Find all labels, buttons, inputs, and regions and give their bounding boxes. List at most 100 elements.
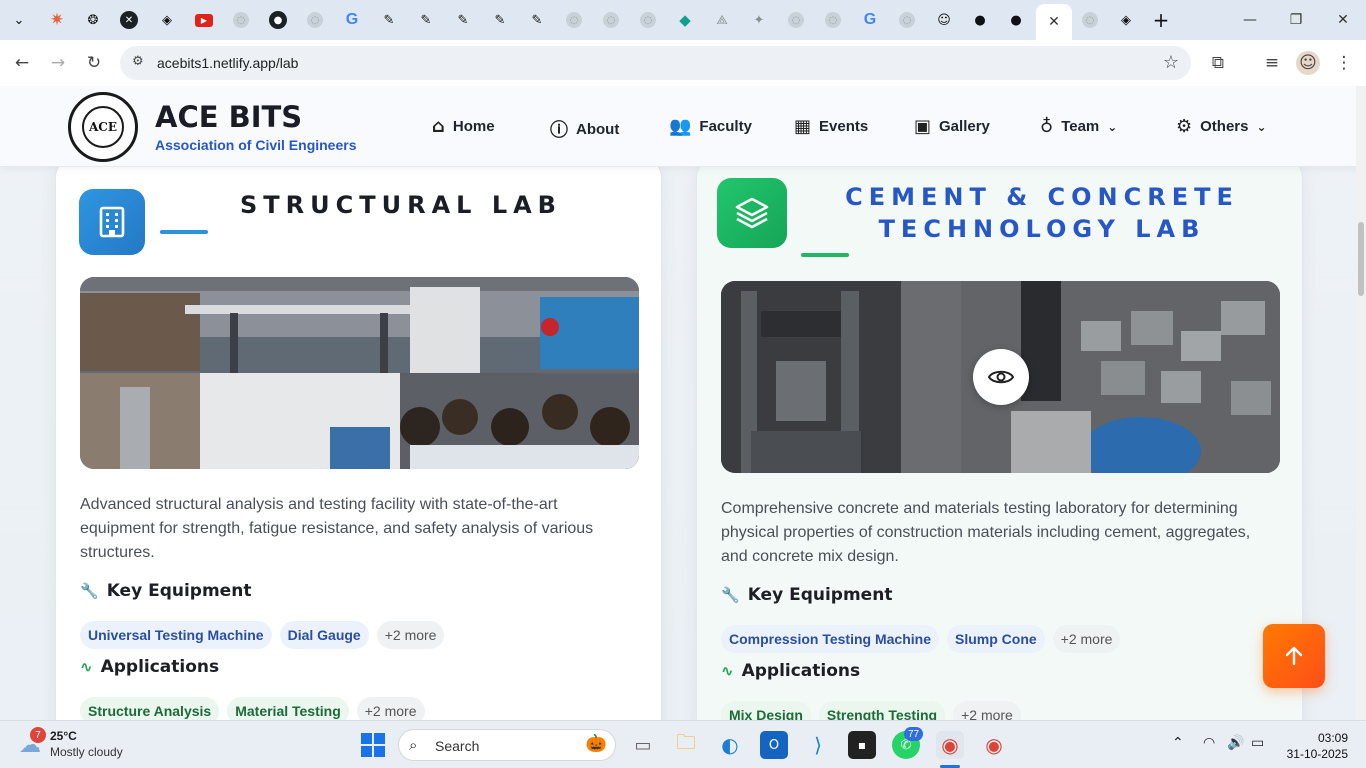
task-view-icon[interactable]: ▭ (629, 731, 657, 759)
tab-brush-icon[interactable]: ✎ (489, 9, 511, 31)
equipment-chip[interactable]: Dial Gauge (279, 621, 369, 649)
tab-brush-icon[interactable]: ✎ (415, 9, 437, 31)
application-chip[interactable]: Material Testing (227, 697, 349, 720)
tab-app-icon[interactable]: ◈ (156, 9, 178, 31)
tab-google-icon[interactable]: G (859, 9, 881, 31)
clock-time: 03:09 (1317, 731, 1348, 745)
tab-claude-icon[interactable]: ✷ (46, 9, 68, 31)
back-icon[interactable]: ← (10, 51, 34, 75)
taskbar-search[interactable]: ⌕ Search 🎃 (398, 729, 616, 761)
site-info-icon[interactable]: ⚙ (132, 54, 144, 69)
outlook-icon[interactable]: O (760, 731, 788, 759)
tab-openai-icon[interactable]: ❂ (82, 9, 104, 31)
bookmark-star-icon[interactable]: ☆ (1163, 52, 1179, 73)
file-explorer-icon[interactable]: 🗀 (672, 730, 700, 759)
image-icon: ▣ (914, 116, 932, 137)
profile-avatar[interactable]: ☺ (1296, 51, 1320, 75)
equipment-chip[interactable]: Universal Testing Machine (80, 621, 272, 649)
address-bar[interactable]: ⚙ acebits1.netlify.app/lab ☆ (120, 46, 1191, 80)
more-applications-chip[interactable]: +2 more (953, 701, 1021, 720)
tab-x-icon[interactable]: ✕ (120, 11, 138, 29)
tab-github-icon[interactable]: ● (1005, 9, 1027, 31)
new-tab-button[interactable]: + (1150, 8, 1172, 32)
active-tab-close-button[interactable]: ✕ (1036, 4, 1072, 40)
ace-logo[interactable]: ACE (68, 92, 138, 162)
edge-icon[interactable]: ◐ (716, 731, 744, 759)
nav-others[interactable]: ⚙ Others ⌄ (1176, 116, 1267, 137)
tab-wing-icon[interactable]: ⟁ (711, 9, 733, 31)
reload-icon[interactable]: ↻ (82, 51, 106, 75)
nav-home[interactable]: ⌂ Home (432, 116, 495, 137)
wifi-icon[interactable]: ◠ (1203, 735, 1215, 751)
application-chip[interactable]: Mix Design (721, 701, 811, 720)
wrench-icon: 🔧 (80, 582, 99, 600)
tab-brush-icon[interactable]: ✎ (378, 9, 400, 31)
tab-google-icon[interactable]: G (341, 9, 363, 31)
chrome-profile-icon[interactable]: ◉ (980, 731, 1008, 759)
volume-icon[interactable]: 🔊 (1227, 735, 1244, 751)
tab-dot-icon[interactable]: ● (269, 11, 287, 29)
browser-tab-strip: ⌄ ✷ ❂ ✕ ◈ ▶ ◌ ● ◌ G ✎ ✎ ✎ ✎ ✎ ◌ ◌ ◌ ◆ ⟁ … (0, 0, 1366, 40)
cement-lab-photo[interactable] (721, 281, 1280, 473)
tab-brush-icon[interactable]: ✎ (526, 9, 548, 31)
tab-sparkle-icon[interactable]: ✦ (748, 9, 770, 31)
tab-search-icon[interactable]: ⌄ (8, 9, 30, 31)
tab-globe-icon[interactable]: ◌ (788, 12, 804, 28)
more-applications-chip[interactable]: +2 more (356, 697, 425, 720)
scrollbar-thumb[interactable] (1358, 222, 1364, 296)
nav-team[interactable]: ♁ Team ⌄ (1040, 116, 1117, 137)
tab-person-icon[interactable]: ☺ (933, 9, 955, 31)
application-chip[interactable]: Structure Analysis (80, 697, 220, 720)
menu-kebab-icon[interactable]: ⋮ (1332, 51, 1356, 75)
weather-condition[interactable]: Mostly cloudy (50, 745, 123, 759)
site-header: ACE ACE BITS Association of Civil Engine… (0, 86, 1366, 167)
minimize-button[interactable]: — (1235, 8, 1265, 32)
media-icon[interactable]: ≡ (1260, 51, 1284, 75)
tab-diamond-icon[interactable]: ◆ (674, 9, 696, 31)
tab-app-icon[interactable]: ◈ (1115, 9, 1137, 31)
url-text[interactable]: acebits1.netlify.app/lab (157, 55, 298, 71)
tab-youtube-icon[interactable]: ▶ (195, 14, 213, 27)
windows-start-icon[interactable] (359, 731, 387, 759)
equipment-chip[interactable]: Slump Cone (947, 625, 1045, 653)
nav-gallery[interactable]: ▣ Gallery (914, 116, 990, 137)
weather-temperature[interactable]: 25°C (50, 729, 77, 743)
window-close-button[interactable]: ✕ (1328, 8, 1358, 32)
structural-lab-photo[interactable] (80, 277, 639, 469)
taskbar-clock[interactable]: 03:09 31-10-2025 (1287, 730, 1348, 762)
more-equipment-chip[interactable]: +2 more (376, 621, 445, 649)
home-icon: ⌂ (432, 116, 445, 137)
nav-faculty[interactable]: 👥 Faculty (669, 116, 752, 137)
brand-name[interactable]: ACE BITS (155, 100, 302, 134)
scroll-to-top-button[interactable] (1263, 624, 1325, 688)
tab-globe-icon[interactable]: ◌ (233, 12, 249, 28)
vscode-icon[interactable]: ⟩ (804, 731, 832, 759)
tab-globe-icon[interactable]: ◌ (603, 12, 619, 28)
lab-description: Comprehensive concrete and materials tes… (721, 500, 1251, 565)
tab-globe-icon[interactable]: ◌ (899, 12, 915, 28)
nav-events[interactable]: ▦ Events (794, 116, 868, 137)
terminal-icon[interactable]: ▪ (848, 731, 876, 759)
tab-globe-icon[interactable]: ◌ (640, 12, 656, 28)
maximize-button[interactable]: ❐ (1281, 8, 1311, 32)
battery-icon[interactable]: ▭ (1251, 735, 1264, 751)
tab-globe-icon[interactable]: ◌ (566, 12, 582, 28)
extensions-icon[interactable]: ⧉ (1206, 51, 1230, 75)
tab-globe-icon[interactable]: ◌ (307, 12, 323, 28)
nav-about[interactable]: ⓘ About (550, 116, 619, 142)
forward-icon[interactable]: → (46, 51, 70, 75)
more-equipment-chip[interactable]: +2 more (1052, 625, 1121, 653)
application-chip[interactable]: Strength Testing (818, 701, 946, 720)
equipment-chips: Universal Testing Machine Dial Gauge +2 … (80, 621, 445, 649)
equipment-chip[interactable]: Compression Testing Machine (721, 625, 939, 653)
tab-globe-icon[interactable]: ◌ (1082, 12, 1098, 28)
tab-github-icon[interactable]: ● (969, 9, 991, 31)
chrome-icon[interactable]: ◉ (936, 731, 964, 759)
page-scrollbar[interactable] (1356, 86, 1366, 720)
tab-globe-icon[interactable]: ◌ (825, 12, 841, 28)
view-eye-icon[interactable] (973, 349, 1029, 405)
lab-title: STRUCTURAL LAB (240, 191, 562, 219)
tray-chevron-icon[interactable]: ⌃ (1172, 735, 1184, 751)
tab-brush-icon[interactable]: ✎ (452, 9, 474, 31)
calendar-icon: ▦ (794, 116, 812, 137)
